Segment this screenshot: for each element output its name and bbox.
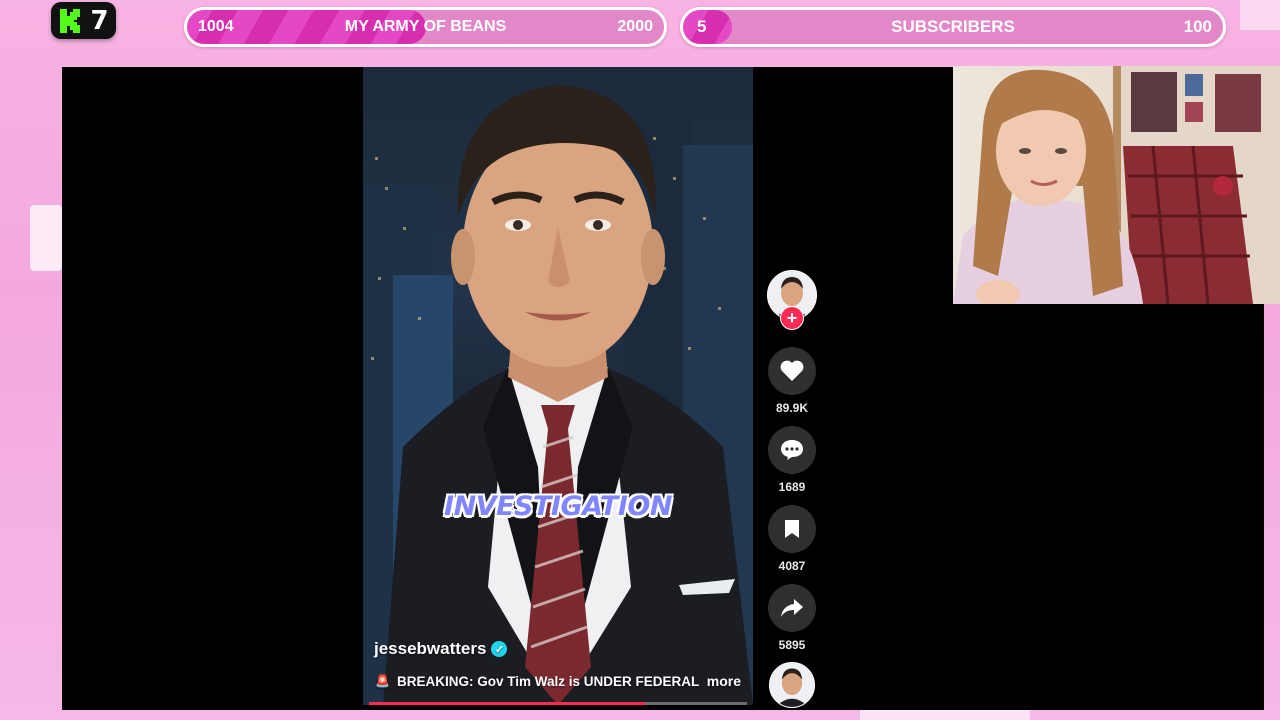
news-anchor-image — [371, 85, 753, 705]
siren-emoji-icon: 🚨 — [375, 674, 390, 688]
army-goal-target: 2000 — [617, 18, 653, 35]
badge-count: 7 — [90, 5, 109, 36]
kick-logo-icon — [60, 8, 81, 33]
playback-progress-track[interactable] — [369, 702, 747, 705]
verified-badge-icon: ✓ — [491, 641, 508, 657]
video-description: 🚨 BREAKING: Gov Tim Walz is UNDER FEDERA… — [375, 673, 741, 689]
video-player[interactable]: INVESTIGATION jessebwatters ✓ 🚨 BREAKING… — [363, 67, 753, 705]
like-action[interactable]: 89.9K — [767, 347, 817, 415]
save-action[interactable]: 4087 — [767, 505, 817, 573]
playback-progress-fill — [369, 702, 645, 705]
username-text[interactable]: jessebwatters — [374, 639, 486, 659]
save-count: 4087 — [778, 559, 806, 573]
follow-plus-button[interactable]: + — [780, 306, 804, 330]
avatar-image — [770, 663, 814, 707]
comment-count: 1689 — [778, 480, 806, 494]
save-button[interactable] — [768, 505, 816, 553]
sound-avatar[interactable] — [769, 662, 815, 708]
share-count: 5895 — [778, 638, 806, 652]
subscribers-goal-target: 100 — [1183, 17, 1212, 36]
webcam-image — [953, 66, 1280, 304]
share-button[interactable] — [768, 584, 816, 632]
army-goal-label: MY ARMY OF BEANS — [344, 18, 507, 35]
comment-action[interactable]: 1689 — [767, 426, 817, 494]
pixel-cloud-decoration — [1240, 0, 1280, 30]
kick-badge: 7 — [51, 2, 116, 39]
more-button[interactable]: more — [707, 673, 741, 689]
share-arrow-icon — [781, 599, 803, 617]
bookmark-icon — [785, 520, 799, 538]
like-count: 89.9K — [775, 401, 809, 415]
video-username[interactable]: jessebwatters ✓ — [374, 639, 508, 659]
comment-bubble-icon — [781, 440, 803, 460]
pixel-cloud-decoration — [30, 205, 62, 271]
subscribers-goal-label: SUBSCRIBERS — [891, 17, 1015, 36]
comment-button[interactable] — [768, 426, 816, 474]
army-goal-bar: 1004 MY ARMY OF BEANS 2000 — [184, 7, 667, 47]
streamer-webcam — [953, 66, 1280, 304]
like-button[interactable] — [768, 347, 816, 395]
share-action[interactable]: 5895 — [767, 584, 817, 652]
video-caption: INVESTIGATION — [444, 491, 672, 522]
subscribers-goal-bar: 5 SUBSCRIBERS 100 — [680, 7, 1226, 47]
description-text: BREAKING: Gov Tim Walz is UNDER FEDERAL — [396, 673, 700, 689]
heart-icon — [780, 360, 804, 381]
